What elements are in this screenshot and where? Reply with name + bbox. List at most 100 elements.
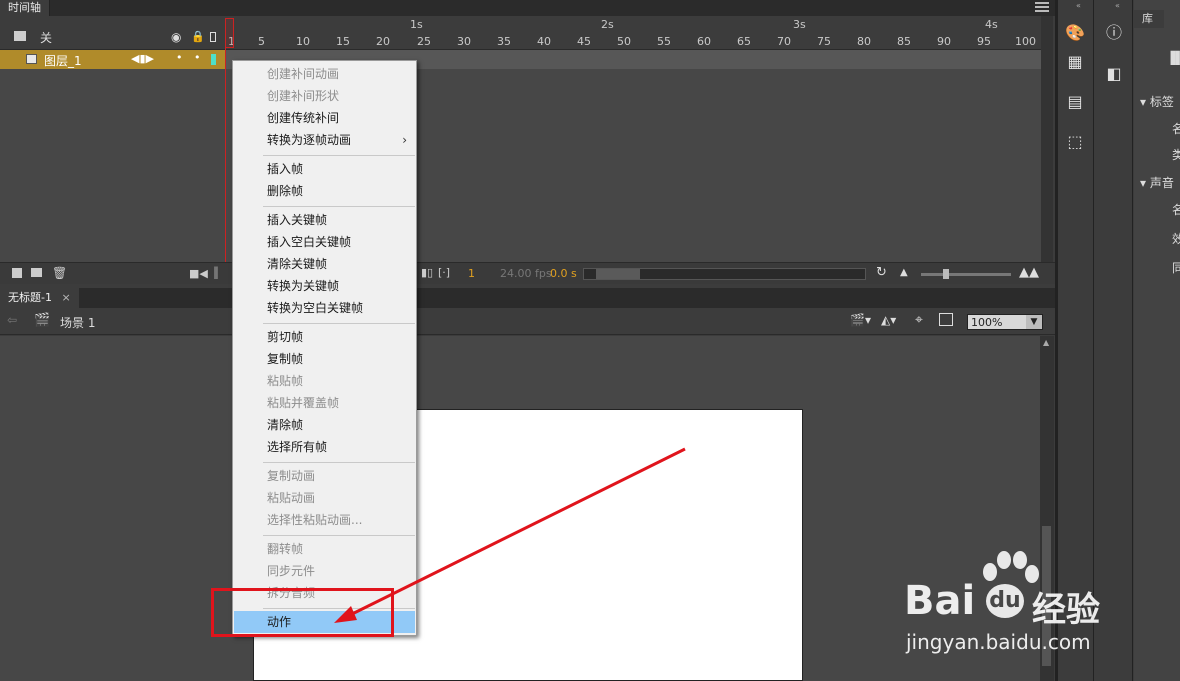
menu-item-select-all-frames[interactable]: 选择所有帧: [234, 436, 415, 458]
back-arrow-icon[interactable]: ⇦: [7, 313, 17, 327]
tab-timeline[interactable]: 时间轴: [0, 0, 50, 16]
zoom-select[interactable]: 100% ▼: [967, 314, 1043, 330]
clip-stage-icon[interactable]: [939, 313, 953, 326]
collapse-icon[interactable]: «: [1076, 1, 1081, 10]
ruler-frame-label: 20: [376, 35, 390, 48]
menu-item-remove-frames[interactable]: 删除帧: [234, 180, 415, 202]
frame-rate[interactable]: 24.00 fps: [500, 267, 552, 280]
eye-icon[interactable]: ◉: [171, 30, 181, 44]
menu-item-convert-to-frame-by-frame[interactable]: 转换为逐帧动画 ›: [234, 129, 415, 151]
transform-icon[interactable]: ⬚: [1063, 130, 1087, 154]
ruler-frame-label: 85: [897, 35, 911, 48]
outline-icon[interactable]: [210, 32, 216, 42]
chevron-right-icon: ›: [402, 133, 407, 147]
layer-header: 关 ◉ 🔒: [0, 16, 226, 50]
camera-icon[interactable]: ■◀: [189, 267, 208, 280]
menu-item-create-shape-tween[interactable]: 创建补间形状: [234, 85, 415, 107]
loop-icon[interactable]: ↻: [876, 265, 887, 280]
edit-multiple-icon[interactable]: [·]: [438, 266, 450, 279]
chevron-down-icon[interactable]: ▼: [1026, 315, 1042, 329]
lock-dot[interactable]: •: [194, 51, 201, 64]
ruler-frame-label: 50: [617, 35, 631, 48]
zoom-value: 100%: [971, 316, 1003, 329]
ruler-second-label: 2s: [601, 18, 614, 31]
zoom-in-icon[interactable]: ▲▲: [1019, 265, 1039, 280]
layer-nav-icon[interactable]: ◀▮▶: [131, 52, 154, 65]
tab-document[interactable]: 无标题-1 ×: [0, 288, 79, 308]
zoom-out-icon[interactable]: ▲: [900, 267, 908, 278]
menu-item-copy-frames[interactable]: 复制帧: [234, 348, 415, 370]
symbol-icon: ▐▌: [1166, 51, 1180, 65]
timeline-zoom-slider[interactable]: [921, 273, 1011, 276]
watermark-url: jingyan.baidu.com: [906, 630, 1091, 654]
edit-scene-icon[interactable]: 🎬▾: [850, 313, 871, 327]
menu-item-create-motion-tween[interactable]: 创建补间动画: [234, 63, 415, 85]
ruler-frame-label: 45: [577, 35, 591, 48]
menu-item-cut-frames[interactable]: 剪切帧: [234, 326, 415, 348]
annotation-highlight-box: [211, 588, 394, 637]
menu-item-insert-frame[interactable]: 插入帧: [234, 158, 415, 180]
menu-item-clear-keyframe[interactable]: 清除关键帧: [234, 253, 415, 275]
layer-row[interactable]: 图层_1 ◀▮▶ • •: [0, 50, 226, 69]
scene-label[interactable]: 场景 1: [60, 314, 95, 331]
ruler-frame-label: 100: [1015, 35, 1036, 48]
elapsed-time: 0.0 s: [550, 267, 577, 280]
menu-item-paste-frames[interactable]: 粘贴帧: [234, 370, 415, 392]
ruler-frame-label: 30: [457, 35, 471, 48]
tab-library[interactable]: 库: [1134, 10, 1164, 28]
menu-item-insert-keyframe[interactable]: 插入关键帧: [234, 209, 415, 231]
delete-layer-icon[interactable]: 🗑: [52, 266, 67, 280]
menu-item-paste-and-overwrite-frames[interactable]: 粘贴并覆盖帧: [234, 392, 415, 414]
new-folder-icon[interactable]: [31, 268, 42, 277]
scroll-up-icon[interactable]: ▲: [1043, 338, 1049, 347]
panel-menu-icon[interactable]: [1035, 2, 1049, 12]
watermark-brand-tail: 经验: [1032, 590, 1100, 630]
menu-item-paste-motion-special[interactable]: 选择性粘贴动画...: [234, 509, 415, 531]
close-icon[interactable]: ×: [61, 291, 70, 304]
label-type-field: 类: [1172, 148, 1180, 162]
menu-item-clear-frames[interactable]: 清除帧: [234, 414, 415, 436]
menu-item-create-classic-tween[interactable]: 创建传统补间: [234, 107, 415, 129]
hscroll-thumb[interactable]: [596, 269, 640, 279]
menu-separator: [263, 155, 415, 156]
lock-icon[interactable]: 🔒: [191, 30, 205, 43]
section-sound-title: 声音: [1149, 176, 1174, 190]
center-stage-icon[interactable]: ⌖: [915, 312, 923, 328]
collapse-icon[interactable]: «: [1115, 1, 1120, 10]
swatches-grid-icon[interactable]: ▦: [1063, 50, 1087, 74]
edit-symbol-icon[interactable]: ◭▾: [881, 313, 896, 327]
divider-icon: ‖: [213, 265, 219, 279]
menu-item-convert-to-blank-keyframe[interactable]: 转换为空白关键帧: [234, 297, 415, 319]
timeline-footer: 🗑 ■◀ ‖ ▮▯ [·] 1 24.00 fps 0.0 s ↻ ▲ ▲▲: [0, 262, 1055, 284]
ruler-frame-label: 65: [737, 35, 751, 48]
layer-folder-icon[interactable]: [14, 31, 26, 41]
layer-color-swatch[interactable]: [211, 54, 216, 65]
section-label-title: 标签: [1149, 95, 1174, 109]
color-palette-icon[interactable]: 🎨: [1063, 21, 1087, 45]
playhead-handle[interactable]: [225, 18, 234, 48]
onion-skin-icon[interactable]: ▮▯: [421, 266, 433, 279]
visibility-dot[interactable]: •: [176, 51, 183, 64]
menu-item-synchronize-symbols[interactable]: 同步元件: [234, 560, 415, 582]
zoom-slider-thumb[interactable]: [943, 269, 949, 279]
layer-name[interactable]: 图层_1: [44, 52, 82, 69]
menu-item-insert-blank-keyframe[interactable]: 插入空白关键帧: [234, 231, 415, 253]
layer-group-label: 关: [40, 31, 53, 45]
info-icon[interactable]: ⓘ: [1102, 21, 1126, 45]
library-panel-icon[interactable]: ◧: [1102, 62, 1126, 86]
align-icon[interactable]: ▤: [1063, 90, 1087, 114]
menu-item-paste-motion[interactable]: 粘贴动画: [234, 487, 415, 509]
watermark-brand: Bai: [904, 578, 976, 624]
timeline-tab-bar: [0, 0, 1055, 16]
menu-item-copy-motion[interactable]: 复制动画: [234, 465, 415, 487]
timeline-scrollbar[interactable]: [1041, 16, 1053, 262]
menu-item-reverse-frames[interactable]: 翻转帧: [234, 538, 415, 560]
new-layer-icon[interactable]: [12, 268, 22, 278]
menu-item-convert-to-keyframe[interactable]: 转换为关键帧: [234, 275, 415, 297]
ruler-frame-label: 70: [777, 35, 791, 48]
section-label[interactable]: ▾ 标签: [1140, 93, 1174, 110]
label-name-field: 名: [1172, 122, 1180, 136]
menu-item-label: 转换为逐帧动画: [267, 133, 352, 147]
sound-sync-field: 同: [1172, 261, 1180, 275]
section-sound[interactable]: ▾ 声音: [1140, 174, 1174, 191]
